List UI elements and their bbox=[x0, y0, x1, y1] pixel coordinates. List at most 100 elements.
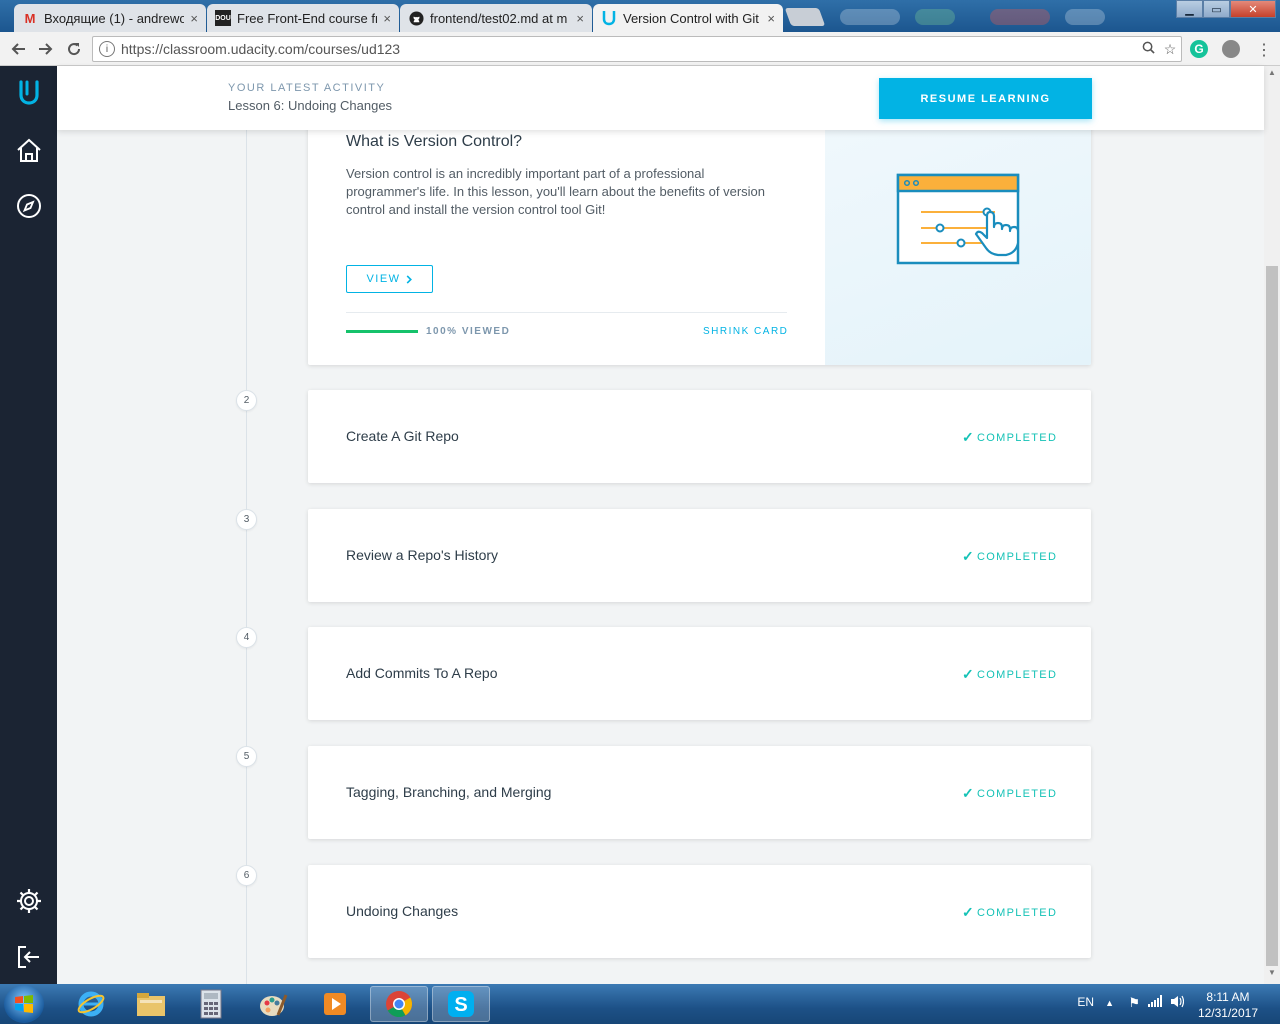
viewed-status: 100% VIEWED bbox=[426, 326, 511, 337]
chevron-right-icon bbox=[406, 274, 412, 284]
lesson-card[interactable]: Create A Git Repo ✓ COMPLETED bbox=[308, 390, 1091, 483]
browser-toolbar: i https://classroom.udacity.com/courses/… bbox=[0, 32, 1280, 66]
resume-learning-button[interactable]: RESUME LEARNING bbox=[879, 78, 1092, 119]
udacity-sidebar bbox=[0, 66, 57, 984]
tab-close-icon[interactable]: × bbox=[767, 11, 775, 26]
lesson-number: 3 bbox=[236, 509, 257, 530]
explore-compass-icon[interactable] bbox=[14, 191, 44, 221]
internet-explorer-icon[interactable] bbox=[62, 986, 120, 1022]
new-tab-button[interactable] bbox=[784, 8, 826, 26]
tab-gmail[interactable]: M Входящие (1) - andrewo × bbox=[14, 4, 206, 32]
page-scrollbar[interactable]: ▲ ▼ bbox=[1264, 66, 1280, 984]
maximize-button[interactable]: ▭ bbox=[1203, 0, 1230, 18]
media-player-icon[interactable] bbox=[306, 986, 364, 1022]
tab-title: Free Front-End course fro bbox=[237, 10, 378, 26]
action-center-flag-icon[interactable]: ⚑ bbox=[1128, 995, 1140, 1011]
network-signal-icon[interactable] bbox=[1148, 995, 1162, 1010]
info-icon[interactable]: i bbox=[99, 41, 115, 57]
lesson-title: Tagging, Branching, and Merging bbox=[346, 784, 552, 800]
tab-title: frontend/test02.md at m bbox=[430, 10, 568, 26]
completed-status: ✓ COMPLETED bbox=[962, 666, 1057, 683]
tab-title: Version Control with Git bbox=[623, 10, 759, 26]
file-explorer-icon[interactable] bbox=[122, 986, 180, 1022]
logout-icon[interactable] bbox=[14, 942, 44, 972]
paint-icon[interactable] bbox=[244, 986, 302, 1022]
extension-icon[interactable] bbox=[1222, 40, 1240, 58]
lesson-number: 5 bbox=[236, 746, 257, 767]
forward-arrow-icon bbox=[39, 43, 53, 55]
status-label: COMPLETED bbox=[977, 431, 1058, 444]
blurred-background-item bbox=[915, 9, 955, 25]
lesson-title: What is Version Control? bbox=[346, 133, 523, 150]
start-button[interactable] bbox=[4, 985, 44, 1023]
scroll-up-arrow-icon[interactable]: ▲ bbox=[1264, 68, 1280, 82]
language-indicator[interactable]: EN bbox=[1077, 995, 1094, 1009]
scrollbar-thumb[interactable] bbox=[1266, 266, 1278, 966]
close-window-button[interactable]: ✕ bbox=[1230, 0, 1276, 18]
lesson-card[interactable]: Add Commits To A Repo ✓ COMPLETED bbox=[308, 627, 1091, 720]
grammarly-extension-icon[interactable]: G bbox=[1190, 40, 1208, 58]
chrome-icon[interactable] bbox=[370, 986, 428, 1022]
windows-taskbar: S EN ▲ ⚑ 8:11 AM 12/31/2017 bbox=[0, 984, 1280, 1024]
blurred-background-item bbox=[990, 9, 1050, 25]
dou-icon: DOU bbox=[215, 10, 231, 26]
latest-activity-lesson[interactable]: Lesson 6: Undoing Changes bbox=[228, 98, 392, 113]
status-label: COMPLETED bbox=[977, 550, 1058, 563]
reload-button[interactable] bbox=[62, 37, 86, 61]
lesson-title: Create A Git Repo bbox=[346, 428, 459, 444]
lesson-description: Version control is an incredibly importa… bbox=[346, 166, 766, 217]
system-tray: EN ▲ ⚑ 8:11 AM 12/31/2017 bbox=[1060, 984, 1280, 1024]
lesson-timeline-line bbox=[246, 130, 247, 984]
svg-text:S: S bbox=[454, 994, 467, 1016]
shrink-card-button[interactable]: SHRINK CARD bbox=[703, 326, 788, 337]
minimize-button[interactable]: ▁ bbox=[1176, 0, 1203, 18]
lesson-card-expanded: What is Version Control? Version control… bbox=[308, 116, 1091, 365]
tab-close-icon[interactable]: × bbox=[383, 11, 391, 26]
address-bar[interactable]: i https://classroom.udacity.com/courses/… bbox=[92, 36, 1182, 62]
checkmark-icon: ✓ bbox=[962, 666, 976, 682]
view-lesson-button[interactable]: VIEW bbox=[346, 265, 433, 293]
tab-close-icon[interactable]: × bbox=[576, 11, 584, 26]
status-label: COMPLETED bbox=[977, 787, 1058, 800]
checkmark-icon: ✓ bbox=[962, 429, 976, 445]
browser-tab-bar: M Входящие (1) - andrewo × DOU Free Fron… bbox=[0, 0, 1280, 32]
show-hidden-icons-icon[interactable]: ▲ bbox=[1105, 998, 1114, 1008]
taskbar-clock[interactable]: 8:11 AM 12/31/2017 bbox=[1198, 989, 1258, 1021]
clock-date: 12/31/2017 bbox=[1197, 1006, 1258, 1020]
reload-icon bbox=[68, 43, 81, 56]
lesson-number: 6 bbox=[236, 865, 257, 886]
tab-dou[interactable]: DOU Free Front-End course fro × bbox=[207, 4, 399, 32]
lesson-card[interactable]: Undoing Changes ✓ COMPLETED bbox=[308, 865, 1091, 958]
gmail-icon: M bbox=[24, 10, 36, 26]
scroll-down-arrow-icon[interactable]: ▼ bbox=[1264, 968, 1280, 982]
bookmark-star-icon[interactable]: ☆ bbox=[1159, 41, 1181, 58]
back-arrow-icon bbox=[11, 43, 25, 55]
home-icon[interactable] bbox=[14, 136, 44, 166]
browser-menu-icon[interactable]: ⋮ bbox=[1256, 40, 1272, 60]
volume-icon[interactable] bbox=[1170, 995, 1185, 1011]
settings-gear-icon[interactable] bbox=[14, 886, 44, 916]
tab-github[interactable]: frontend/test02.md at m × bbox=[400, 4, 592, 32]
lesson-card[interactable]: Tagging, Branching, and Merging ✓ COMPLET… bbox=[308, 746, 1091, 839]
tab-udacity[interactable]: Version Control with Git × bbox=[593, 4, 783, 32]
completed-status: ✓ COMPLETED bbox=[962, 548, 1057, 565]
calculator-icon[interactable] bbox=[182, 986, 240, 1022]
completed-status: ✓ COMPLETED bbox=[962, 429, 1057, 446]
udacity-logo-icon[interactable] bbox=[14, 78, 44, 108]
tab-close-icon[interactable]: × bbox=[190, 11, 198, 26]
skype-icon[interactable]: S bbox=[432, 986, 490, 1022]
clock-time: 8:11 AM bbox=[1206, 990, 1250, 1004]
browser-sliders-hand-icon bbox=[896, 173, 1020, 265]
checkmark-icon: ✓ bbox=[962, 548, 976, 564]
view-button-label: VIEW bbox=[366, 273, 401, 285]
url-text[interactable]: https://classroom.udacity.com/courses/ud… bbox=[121, 41, 1137, 57]
checkmark-icon: ✓ bbox=[962, 904, 976, 920]
github-icon bbox=[408, 10, 424, 26]
zoom-icon[interactable] bbox=[1137, 41, 1159, 57]
progress-fill bbox=[346, 330, 418, 333]
lesson-card[interactable]: Review a Repo's History ✓ COMPLETED bbox=[308, 509, 1091, 602]
back-button[interactable] bbox=[6, 37, 30, 61]
lesson-progress-bar bbox=[346, 330, 418, 333]
latest-activity-label: YOUR LATEST ACTIVITY bbox=[228, 82, 386, 94]
forward-button[interactable] bbox=[34, 37, 58, 61]
